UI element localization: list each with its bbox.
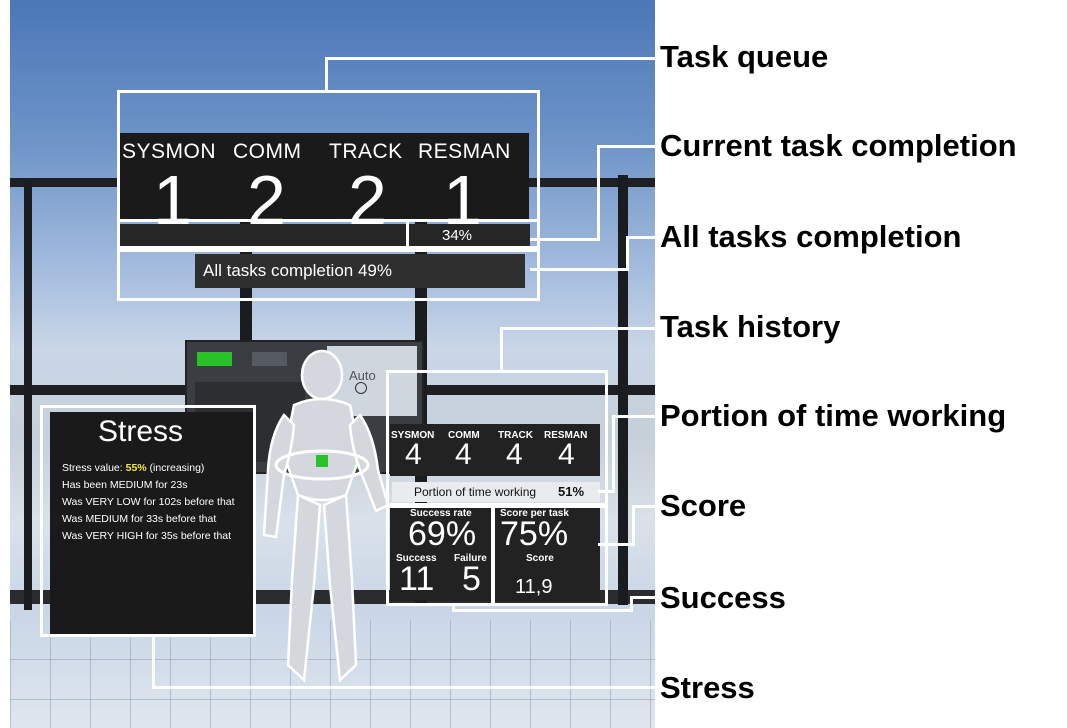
callout-success: Success [660,580,786,615]
leader-line [632,505,635,546]
leader-line [452,609,632,612]
score-box [492,503,608,606]
all-tasks-box [117,249,540,301]
callout-portion-time-working: Portion of time working [660,398,1007,433]
leader-line [626,236,655,239]
frame-post [24,180,32,610]
current-task-box [117,219,540,249]
leader-line [530,238,598,241]
callout-stress: Stress [660,670,755,705]
task-queue-box [117,90,540,222]
leader-line [500,327,655,330]
stress-box [40,405,256,637]
leader-line [626,236,629,271]
leader-line [500,327,503,372]
leader-line [632,505,655,508]
success-box [386,503,494,606]
leader-line [597,145,655,148]
leader-line [598,543,634,546]
leader-line [597,145,600,241]
leader-line [325,57,328,92]
callout-all-tasks-completion: All tasks completion [660,219,962,254]
leader-line [152,637,155,689]
vr-scene: Auto SYSMON COMM TRACK RESMAN 1 2 2 1 34… [10,0,655,728]
leader-line [612,415,615,493]
task-history-box [386,370,608,508]
humanoid-avatar [262,349,390,683]
leader-line [325,57,655,60]
callout-score: Score [660,488,747,523]
current-task-divider [406,219,409,249]
callout-task-history: Task history [660,309,841,344]
leader-line [612,415,655,418]
status-indicator-green [197,352,232,366]
leader-line [530,268,628,271]
leader-line [152,686,655,689]
callout-task-queue: Task queue [660,39,829,74]
leader-line [630,596,655,599]
callout-current-task-completion: Current task completion [660,128,1017,163]
